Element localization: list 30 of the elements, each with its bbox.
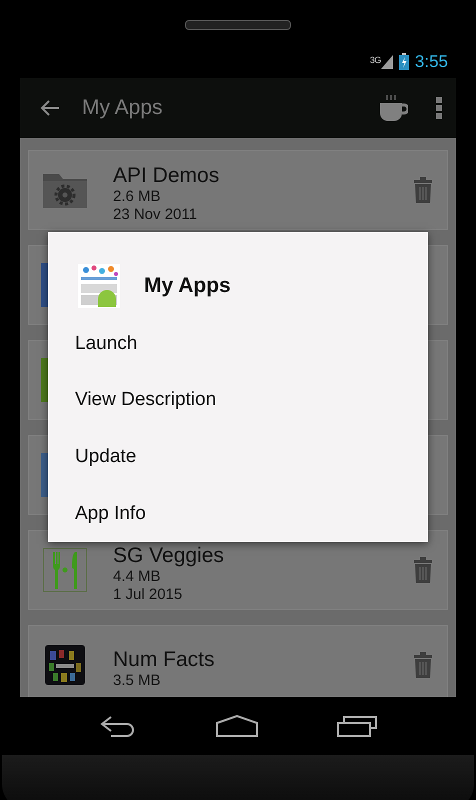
signal-icon [380,54,393,68]
battery-charging-icon [398,53,409,70]
screen-title: My Apps [82,96,164,120]
app-size: 2.6 MB [113,188,162,206]
network-type: 3G [370,54,381,64]
trash-icon[interactable] [413,177,433,203]
app-date: 23 Nov 2011 [113,206,198,224]
app-logo-icon [78,264,120,308]
trash-icon[interactable] [413,557,433,583]
home-icon[interactable] [216,715,258,737]
coffee-cup-icon[interactable] [378,94,408,122]
back-arrow-icon[interactable] [40,99,60,117]
menu-item[interactable]: Launch [48,316,428,372]
dialog-title: My Apps [144,274,231,298]
app-card[interactable]: API Demos 2.6 MB 23 Nov 2011 [28,150,448,230]
app-size: 3.5 MB [113,672,162,690]
recent-apps-icon[interactable] [336,715,377,737]
app-name: SG Veggies [113,544,225,568]
menu-item[interactable]: Update [48,428,428,486]
trash-icon[interactable] [413,652,433,678]
app-name: API Demos [113,164,220,188]
overflow-menu-icon[interactable] [436,97,442,119]
menu-item[interactable]: View Description [48,372,428,429]
app-size: 4.4 MB [113,568,162,586]
cutlery-icon [43,548,87,592]
clock: 3:55 [414,52,448,72]
tile-icon [45,645,85,685]
app-name: Num Facts [113,648,216,672]
app-card[interactable]: Num Facts 3.5 MB [28,625,448,697]
app-date: 1 Jul 2015 [113,586,184,604]
